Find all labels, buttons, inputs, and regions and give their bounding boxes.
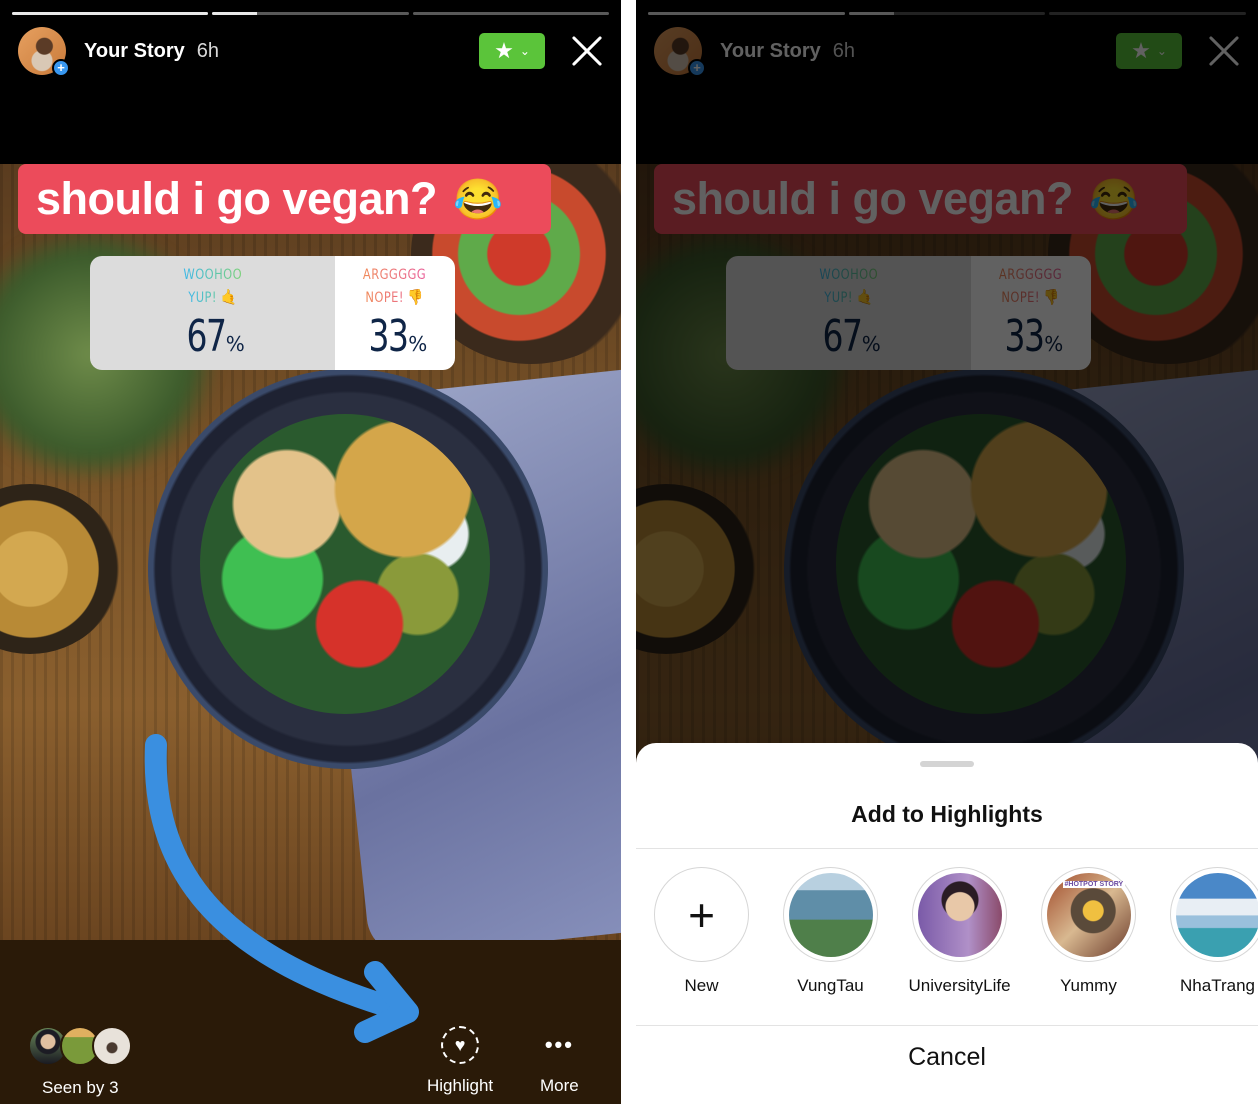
- highlight-cover-image: [788, 872, 873, 957]
- highlight-button[interactable]: ♥ Highlight: [427, 1026, 493, 1096]
- poll-option-yes[interactable]: WOOHOO YUP! 🤙 67%: [90, 256, 335, 370]
- highlight-cover: [912, 867, 1007, 962]
- highlight-label: VungTau: [797, 976, 864, 995]
- poll-option-answer: NOPE!: [365, 290, 405, 306]
- highlights-list: + New VungTau UniversityLife #HOTPOT STO…: [654, 867, 1258, 996]
- highlight-label: UniversityLife: [908, 976, 1011, 995]
- highlight-label: Highlight: [427, 1076, 494, 1095]
- poll-percent: 33%: [362, 311, 428, 362]
- poll-option-line2: NOPE! 👎: [366, 286, 424, 309]
- poll-percent-value: 33: [368, 311, 410, 362]
- photo-plate-food: [200, 414, 490, 714]
- poll-percent-value: 67: [186, 311, 227, 362]
- highlight-cover-image: #HOTPOT STORY: [1046, 872, 1131, 957]
- highlight-cover-image: [1175, 872, 1258, 957]
- viewer-avatar: [92, 1026, 132, 1066]
- close-friends-button[interactable]: ★ ⌄: [479, 33, 545, 69]
- divider: [636, 1025, 1258, 1026]
- highlight-label: Yummy: [1060, 976, 1117, 995]
- highlight-cover: #HOTPOT STORY: [1041, 867, 1136, 962]
- story-header: + Your Story 6h ★ ⌄: [18, 26, 607, 77]
- highlight-new[interactable]: + New: [654, 867, 749, 996]
- progress-segment: [12, 12, 209, 15]
- seen-by-button[interactable]: Seen by 3: [28, 1026, 132, 1098]
- progress-segment: [412, 12, 609, 15]
- progress-fill: [212, 12, 258, 15]
- chevron-down-icon: ⌄: [519, 44, 530, 58]
- progress-segment: [212, 12, 409, 15]
- percent-sign: %: [408, 332, 428, 356]
- percent-sign: %: [225, 332, 245, 356]
- poll-option-line1: WOOHOO: [183, 264, 242, 286]
- add-story-icon: +: [52, 59, 70, 77]
- highlight-heart-icon: ♥: [441, 1026, 480, 1064]
- cancel-button[interactable]: Cancel: [636, 1043, 1258, 1072]
- highlight-cover-image: [917, 872, 1002, 957]
- highlight-vungtau[interactable]: VungTau: [783, 867, 878, 996]
- photo-chickpea-bowl: [0, 484, 120, 654]
- hotpot-story-tag: #HOTPOT STORY: [1062, 880, 1126, 888]
- story-view: + Your Story 6h ★ ⌄ should i go vegan? 😂…: [0, 0, 621, 1104]
- user-avatar[interactable]: +: [18, 27, 70, 77]
- highlight-label: New: [684, 976, 719, 995]
- close-icon[interactable]: [567, 31, 607, 71]
- more-dots-icon: •••: [544, 1032, 574, 1057]
- tears-of-joy-emoji-icon: 😂: [453, 177, 503, 222]
- story-time: 6h: [196, 39, 220, 62]
- call-me-hand-icon: 🤙: [220, 288, 237, 306]
- highlight-universitylife[interactable]: UniversityLife: [908, 867, 1011, 996]
- story-view-with-sheet: + Your Story 6h ★ ⌄ should i go vegan? 😂…: [636, 0, 1258, 1104]
- star-icon: ★: [494, 38, 514, 63]
- plus-icon: +: [688, 888, 715, 941]
- story-name[interactable]: Your Story: [84, 40, 185, 63]
- highlight-nhatrang[interactable]: NhaTrang: [1170, 867, 1258, 996]
- sheet-title: Add to Highlights: [851, 801, 1043, 827]
- question-text: should i go vegan?: [36, 173, 438, 224]
- more-label: More: [540, 1076, 579, 1095]
- highlight-label: NhaTrang: [1180, 976, 1255, 995]
- thumbs-down-icon: 👎: [408, 288, 424, 306]
- more-button[interactable]: ••• More: [540, 1026, 579, 1096]
- progress-fill: [12, 12, 209, 15]
- add-to-highlights-sheet: Add to Highlights + New VungTau Universi…: [636, 743, 1258, 1104]
- viewer-avatars: [28, 1026, 132, 1066]
- highlight-cover: [783, 867, 878, 962]
- question-sticker: should i go vegan? 😂: [18, 164, 551, 234]
- highlight-cover: +: [654, 867, 749, 962]
- poll-percent: 67%: [180, 311, 245, 362]
- poll-option-line2: YUP! 🤙: [188, 286, 236, 309]
- poll-option-no[interactable]: ARGGGGG NOPE! 👎 33%: [334, 256, 455, 370]
- story-footer: Seen by 3 ♥ Highlight ••• More: [0, 940, 621, 1104]
- highlight-yummy[interactable]: #HOTPOT STORY Yummy: [1041, 867, 1136, 996]
- poll-option-line1: ARGGGGG: [363, 264, 426, 286]
- poll-sticker: WOOHOO YUP! 🤙 67% ARGGGGG NOPE! 👎 33%: [90, 256, 455, 370]
- sheet-grabber-handle[interactable]: [920, 761, 974, 767]
- highlight-cover: [1170, 867, 1258, 962]
- poll-option-answer: YUP!: [188, 290, 217, 306]
- seen-by-label: Seen by 3: [42, 1078, 119, 1097]
- story-progress: [12, 12, 609, 15]
- divider: [636, 848, 1258, 849]
